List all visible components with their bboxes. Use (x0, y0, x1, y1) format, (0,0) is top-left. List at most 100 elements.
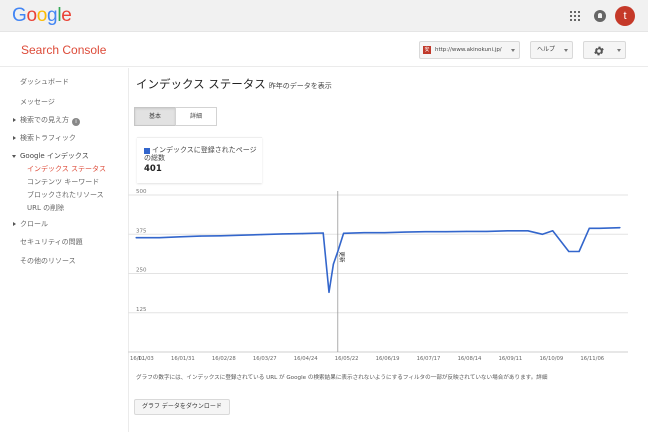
chevron-down-icon (511, 49, 515, 52)
data-point (619, 227, 621, 229)
expand-arrow-icon[interactable] (13, 222, 16, 226)
y-tick-label: 500 (136, 189, 147, 195)
series-line (136, 226, 621, 294)
x-tick-label: 16/06/19 (376, 356, 400, 362)
sidebar-subitem-content-keywords[interactable]: コンテンツ キーワード (27, 177, 99, 187)
legend-value: 401 (144, 164, 162, 174)
avatar[interactable]: t (615, 6, 635, 26)
annotation-label: 更新 (338, 252, 346, 264)
product-title[interactable]: Search Console (21, 43, 106, 57)
series-legend-card[interactable]: インデックスに登録されたページの総数 401 (137, 137, 262, 183)
sidebar-item-security-issues[interactable]: セキュリティの問題 (20, 237, 83, 247)
notifications-icon[interactable] (594, 10, 606, 22)
collapse-arrow-icon[interactable] (12, 155, 16, 158)
data-point (199, 235, 201, 237)
x-tick-label: 16/01/31 (171, 356, 195, 362)
y-tick-label: 375 (136, 228, 147, 234)
sidebar-item-google-index[interactable]: Google インデックス (20, 151, 89, 161)
legend-label: インデックスに登録されたページの総数 (144, 146, 257, 162)
data-point (343, 232, 345, 234)
data-point (240, 234, 242, 236)
expand-arrow-icon[interactable] (13, 118, 16, 122)
data-point (506, 230, 509, 232)
data-point (465, 230, 468, 233)
data-point (404, 231, 406, 233)
info-icon[interactable]: i (72, 118, 80, 126)
data-point (424, 231, 427, 233)
x-tick-label: 16/08/14 (458, 356, 482, 362)
y-tick-label: 125 (136, 307, 147, 313)
settings-button[interactable] (583, 41, 626, 59)
google-logo-letter: G (12, 5, 27, 26)
data-point (302, 233, 304, 235)
sidebar-subitem-blocked-resources[interactable]: ブロックされたリソース (27, 190, 104, 200)
chart-svg: 125250375500更新1...16/01/03 16/01/31 16/02/… (128, 189, 628, 362)
page-title-note: 昨年のデータを表示 (268, 82, 332, 90)
data-point (281, 233, 283, 235)
page-title: インデックス ステータス 昨年のデータを表示 (136, 76, 332, 92)
data-point (322, 232, 324, 234)
chart-footnote: グラフの数字には、インデックスに登録されている URL が Google の検索… (136, 375, 548, 381)
expand-arrow-icon[interactable] (13, 136, 16, 140)
sidebar-item-dashboard[interactable]: ダッシュボード (20, 77, 69, 87)
chevron-down-icon (564, 49, 568, 52)
data-point (588, 227, 590, 229)
data-point (527, 230, 529, 232)
data-point (363, 232, 365, 234)
x-tick-label: 16/03/27 (253, 356, 277, 362)
data-point (135, 237, 137, 239)
google-logo-letter: o (36, 5, 48, 26)
sidebar-item-search-traffic[interactable]: 検索トラフィック (20, 133, 76, 143)
data-point (568, 250, 570, 253)
sidebar-item-crawl[interactable]: クロール (20, 219, 48, 229)
x-tick-label: 16/04/24 (294, 356, 318, 362)
sidebar-item-label: 検索での見え方 (20, 116, 69, 124)
x-tick-label: 16/07/17 (417, 356, 441, 362)
x-tick-label: 16/02/28 (212, 356, 236, 362)
data-point (598, 227, 601, 229)
x-tick-label: 16/01/03 (130, 356, 154, 362)
sidebar-subitem-remove-urls[interactable]: URL の削除 (27, 203, 64, 213)
data-point (328, 291, 330, 293)
apps-grid-icon[interactable] (570, 11, 580, 21)
google-logo-letter: g (47, 5, 58, 26)
page-title-text: インデックス ステータス (136, 77, 266, 91)
help-button[interactable]: ヘルプ (530, 41, 573, 59)
x-tick-label: 16/10/09 (539, 356, 563, 362)
google-logo-letter: o (26, 5, 37, 26)
data-point (578, 250, 580, 253)
tab-basic[interactable]: 基本 (134, 107, 176, 126)
sidebar-item-other-resources[interactable]: その他のリソース (20, 256, 76, 266)
sidebar-item-search-appearance[interactable]: 検索での見え方 i (20, 115, 80, 126)
site-selector[interactable]: 安 http://www.akinokuni.jp/ (419, 41, 520, 59)
data-point (383, 232, 386, 234)
view-tabs: 基本 詳細 (134, 107, 217, 126)
data-point (158, 237, 160, 239)
y-tick-label: 250 (136, 268, 147, 274)
index-status-chart[interactable]: 125 250 375 500 更新 1... 16/01/03 16/01/31 16/02/… (128, 186, 628, 364)
data-point (220, 235, 222, 237)
gear-icon (594, 46, 604, 56)
data-point (179, 236, 181, 238)
site-favicon-icon: 安 (423, 46, 431, 54)
x-tick-label: 16/09/11 (499, 356, 523, 362)
data-point (445, 231, 447, 233)
data-point (138, 237, 140, 239)
sidebar-item-messages[interactable]: メッセージ (20, 97, 55, 107)
sidebar-subitem-index-status[interactable]: インデックス ステータス (27, 164, 106, 174)
x-tick-label: 16/05/22 (335, 356, 359, 362)
sidebar: ダッシュボード メッセージ 検索での見え方 i 検索トラフィック Google イ… (0, 68, 128, 432)
tab-advanced[interactable]: 詳細 (175, 107, 217, 126)
google-logo-letter: e (61, 5, 72, 26)
x-tick-label: 16/11/06 (580, 356, 604, 362)
data-point (261, 233, 263, 236)
data-point (486, 230, 488, 233)
download-chart-data-button[interactable]: グラフ データをダウンロード (134, 399, 230, 415)
top-bar: Google t (0, 0, 648, 32)
chevron-down-icon (617, 49, 621, 52)
google-logo[interactable]: Google (12, 5, 72, 27)
data-point (541, 233, 544, 235)
site-url: http://www.akinokuni.jp/ (435, 47, 502, 53)
console-header: Search Console 安 http://www.akinokuni.jp… (0, 33, 648, 67)
help-label: ヘルプ (537, 46, 556, 53)
